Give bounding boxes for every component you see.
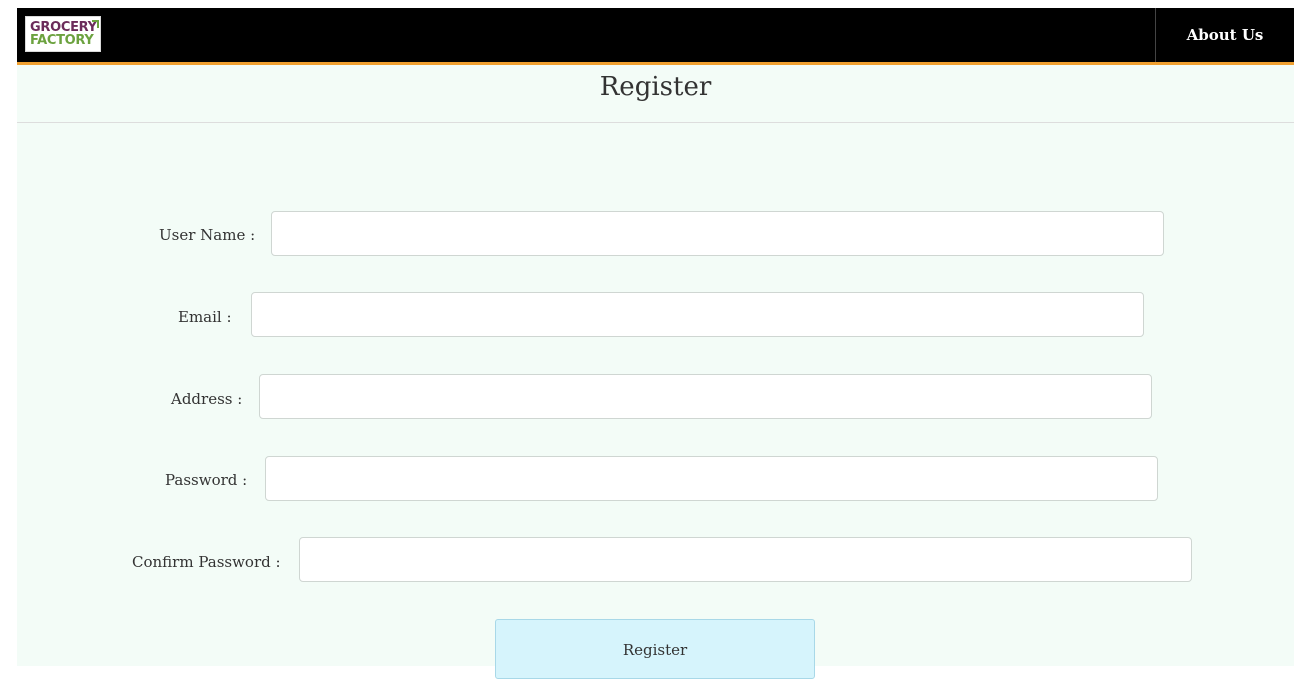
user-name-label: User Name : [159,226,256,244]
password-input[interactable] [265,456,1158,501]
email-label: Email : [178,308,232,326]
email-input[interactable] [251,292,1144,337]
address-label: Address : [171,390,243,408]
title-divider [17,122,1294,123]
password-label: Password : [165,471,248,489]
user-name-input[interactable] [271,211,1164,256]
logo-line-2: FACTORY [30,33,94,48]
address-input[interactable] [259,374,1152,419]
register-button[interactable]: Register [495,619,815,679]
about-us-link[interactable]: About Us [1156,8,1294,62]
page-background: GROCERY FACTORY About Us Register User N… [17,8,1294,679]
confirm-password-label: Confirm Password : [132,553,281,571]
logo-corner-icon [92,20,99,28]
page-title: Register [599,72,712,102]
navbar: GROCERY FACTORY About Us [17,8,1294,65]
confirm-password-input[interactable] [299,537,1192,582]
grocery-factory-logo[interactable]: GROCERY FACTORY [25,16,101,52]
